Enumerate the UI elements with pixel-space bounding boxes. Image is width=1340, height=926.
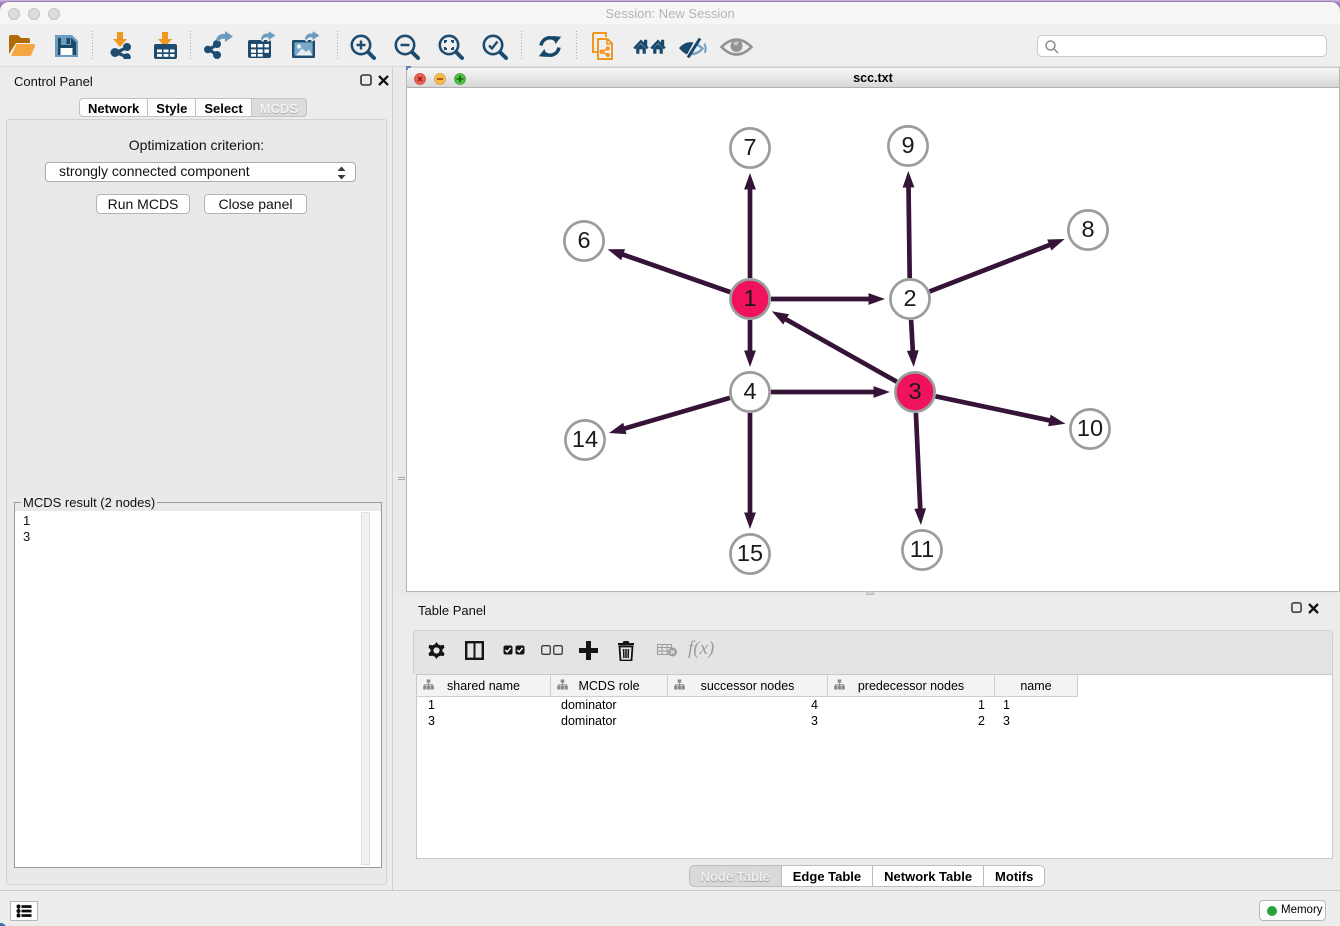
svg-text:2: 2	[903, 285, 916, 311]
svg-text:8: 8	[1081, 216, 1094, 242]
svg-text:11: 11	[910, 536, 934, 562]
svg-text:9: 9	[901, 132, 914, 158]
svg-text:7: 7	[743, 134, 756, 160]
svg-text:15: 15	[737, 540, 763, 566]
svg-text:1: 1	[743, 285, 756, 311]
svg-text:10: 10	[1077, 415, 1103, 441]
svg-text:3: 3	[908, 378, 921, 404]
svg-text:14: 14	[572, 426, 598, 452]
svg-text:6: 6	[577, 227, 590, 253]
svg-text:4: 4	[743, 378, 756, 404]
